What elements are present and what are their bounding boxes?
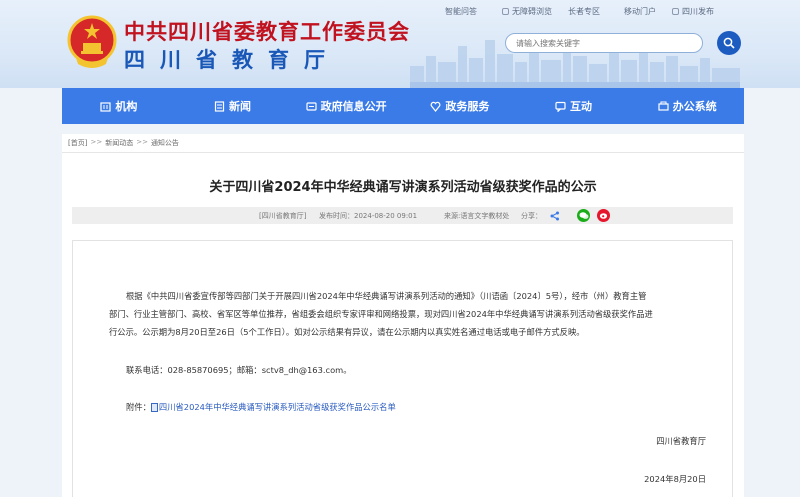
- national-emblem-logo: [67, 15, 117, 68]
- office-icon: [658, 101, 669, 111]
- body-line: 行公示。公示期为8月20日至26日（5个工作日）。如对公示结果有异议，请在公示期…: [109, 327, 585, 337]
- breadcrumb-home[interactable]: [首页]: [68, 138, 87, 148]
- attachment-row: 附件： 四川省2024年中华经典诵写讲演系列活动省级获奖作品公示名单: [126, 401, 396, 413]
- publish-time: 发布时间：2024-08-20 09:01: [319, 212, 418, 220]
- search-input[interactable]: [505, 33, 703, 53]
- wechat-share-button[interactable]: [577, 209, 590, 222]
- divider: [62, 152, 744, 153]
- breadcrumb-notices[interactable]: 通知公告: [151, 138, 179, 148]
- share-button[interactable]: [548, 209, 561, 222]
- nav-item-service[interactable]: 政务服务: [403, 88, 517, 124]
- breadcrumb-news[interactable]: 新闻动态: [105, 138, 133, 148]
- service-icon: [430, 101, 441, 112]
- news-icon: [214, 100, 225, 112]
- top-links: 智能问答 无障碍浏览 长者专区 移动门户 四川发布: [430, 6, 790, 20]
- attachment-link[interactable]: 四川省2024年中华经典诵写讲演系列活动省级获奖作品公示名单: [159, 401, 396, 413]
- main-nav: 机构 新闻 政府信息公开 政务服务 互动 办公系统: [62, 88, 744, 124]
- open-info-icon: [306, 101, 317, 111]
- article-date: 2024年8月20日: [644, 474, 706, 484]
- top-link-elderly[interactable]: 长者专区: [568, 6, 600, 17]
- dept-title: 四川省教育厅: [124, 48, 340, 72]
- attachment-label: 附件：: [126, 402, 151, 412]
- wechat-icon: [579, 212, 588, 219]
- breadcrumb-separator: >>: [90, 138, 103, 146]
- top-link-mobile[interactable]: 移动门户: [624, 6, 656, 17]
- contact-info: 联系电话：028-85870695；邮箱：sctv8_dh@163.com。: [126, 365, 352, 375]
- article-origin: 来源:语言文字教材处: [444, 212, 510, 220]
- search-button[interactable]: [717, 31, 741, 55]
- nav-item-open-info[interactable]: 政府信息公开: [289, 88, 403, 124]
- search-icon: [723, 37, 735, 49]
- top-link-accessibility[interactable]: 无障碍浏览: [502, 6, 552, 17]
- share-label: 分享：: [521, 212, 542, 220]
- breadcrumb: [首页] >> 新闻动态 >> 通知公告: [68, 138, 179, 148]
- article-body: 根据《中共四川省委宣传部等四部门关于开展四川省2024年中华经典诵写讲演系列活动…: [72, 240, 733, 497]
- article-title: 关于四川省2024年中华经典诵写讲演系列活动省级获奖作品的公示: [209, 180, 597, 195]
- breadcrumb-separator: >>: [136, 138, 148, 146]
- site-header: 中共四川省委教育工作委员会 四川省教育厅 智能问答 无障碍浏览 长者专区 移动门…: [0, 0, 800, 88]
- document-icon: [150, 402, 158, 412]
- chat-icon: [555, 101, 566, 112]
- top-link-sichuan-release[interactable]: 四川发布: [672, 6, 714, 17]
- org-title: 中共四川省委教育工作委员会: [124, 20, 410, 44]
- nav-item-interact[interactable]: 互动: [517, 88, 631, 124]
- weibo-icon: [672, 8, 679, 15]
- source-tag: [四川省教育厅]: [259, 212, 307, 220]
- nav-item-org[interactable]: 机构: [62, 88, 176, 124]
- weibo-icon: [599, 213, 607, 219]
- nav-item-news[interactable]: 新闻: [176, 88, 290, 124]
- accessibility-icon: [502, 8, 509, 15]
- weibo-share-button[interactable]: [597, 209, 610, 222]
- body-line: 部门、行业主管部门、高校、省军区等单位推荐，省组委会组织专家评审和网络投票，现对…: [109, 309, 653, 319]
- building-icon: [100, 101, 111, 112]
- nav-item-office[interactable]: 办公系统: [630, 88, 744, 124]
- article-card: [首页] >> 新闻动态 >> 通知公告 关于四川省2024年中华经典诵写讲演系…: [62, 134, 744, 497]
- body-paragraph: 根据《中共四川省委宣传部等四部门关于开展四川省2024年中华经典诵写讲演系列活动…: [109, 287, 699, 341]
- top-link-smart-qa[interactable]: 智能问答: [445, 6, 477, 17]
- share-icon: [550, 211, 559, 220]
- body-line: 根据《中共四川省委宣传部等四部门关于开展四川省2024年中华经典诵写讲演系列活动…: [126, 291, 647, 301]
- article-meta-bar: [四川省教育厅] 发布时间：2024-08-20 09:01 来源:语言文字教材…: [72, 207, 733, 224]
- signature: 四川省教育厅: [656, 436, 706, 446]
